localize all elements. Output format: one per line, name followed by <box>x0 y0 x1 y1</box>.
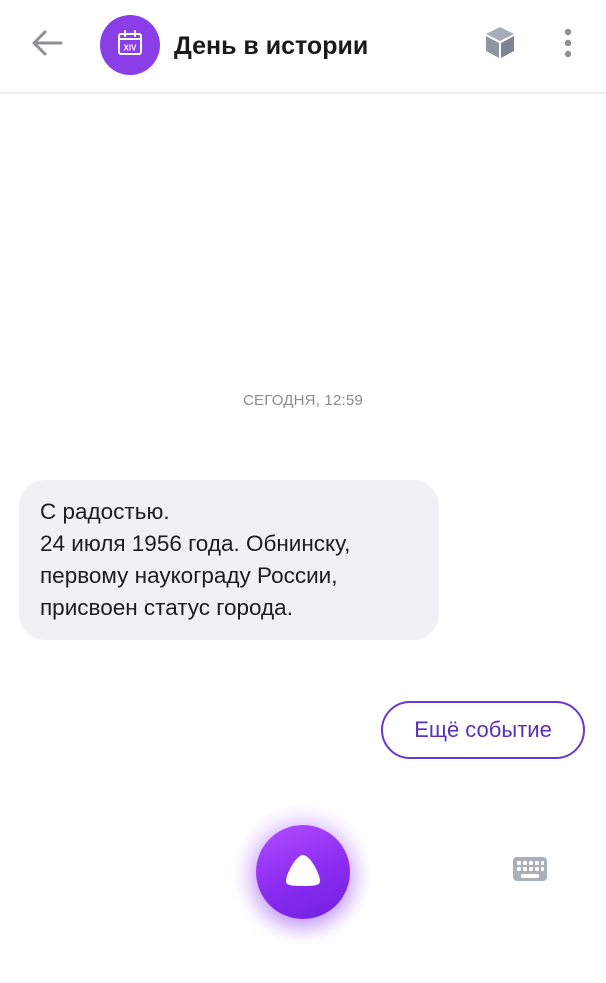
skill-avatar[interactable]: XIV <box>100 15 160 75</box>
arrow-left-icon <box>31 29 63 62</box>
skill-info-button[interactable] <box>480 24 520 64</box>
cube-icon <box>482 24 518 65</box>
alice-icon <box>283 852 323 893</box>
more-options-button[interactable] <box>552 24 584 66</box>
page-title: День в истории <box>174 32 369 60</box>
message-line: С радостью. <box>40 499 170 524</box>
more-vertical-icon <box>564 28 572 63</box>
keyboard-icon <box>512 855 548 888</box>
calendar-icon: XIV <box>116 29 144 62</box>
next-event-button[interactable]: Ещё событие <box>381 701 585 759</box>
app-header: XIV День в истории <box>0 0 606 94</box>
keyboard-button[interactable] <box>510 854 550 888</box>
message-line: 24 июля 1956 года. Обнинску, <box>40 531 351 556</box>
calendar-icon-text: XIV <box>124 43 138 52</box>
chat-timestamp: СЕГОДНЯ, 12:59 <box>243 392 363 409</box>
message-line: первому наукограду России, <box>40 563 338 588</box>
message-line: присвоен статус города. <box>40 595 293 620</box>
assistant-message-bubble: С радостью. 24 июля 1956 года. Обнинску,… <box>19 480 439 640</box>
alice-voice-button[interactable] <box>256 825 350 919</box>
back-button[interactable] <box>26 24 68 66</box>
